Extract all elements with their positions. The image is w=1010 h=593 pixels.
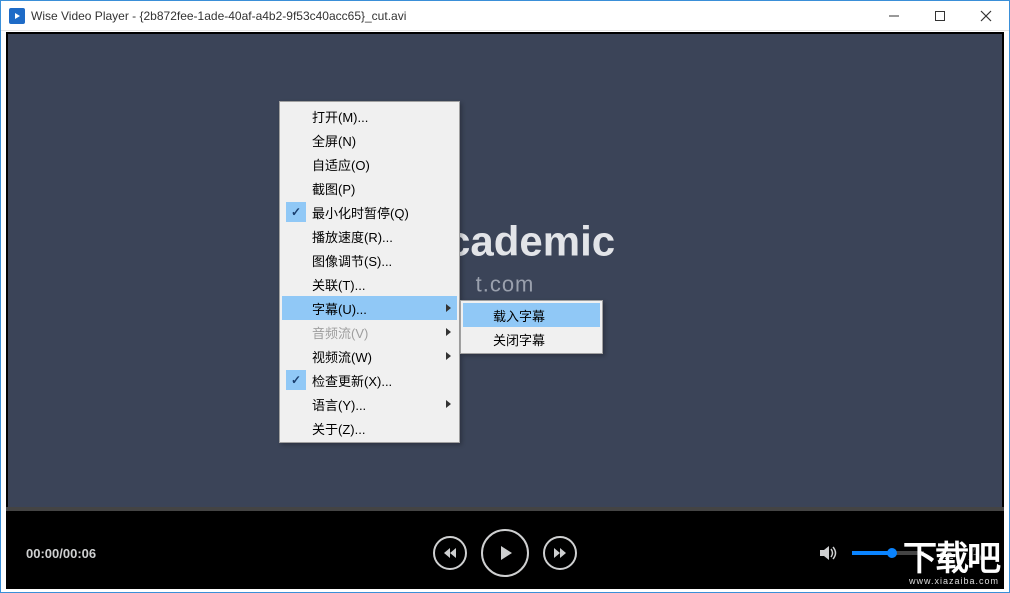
window-buttons — [871, 1, 1009, 30]
play-button[interactable] — [481, 529, 529, 577]
menu-item: 音频流(V) — [282, 320, 457, 344]
menu-item[interactable]: 全屏(N) — [282, 128, 457, 152]
right-controls: A — [820, 540, 984, 566]
check-icon — [286, 202, 306, 222]
menu-item[interactable]: 打开(M)... — [282, 104, 457, 128]
eject-button[interactable] — [938, 547, 954, 559]
menu-item-label: 最小化时暂停(Q) — [312, 203, 409, 222]
center-controls — [433, 529, 577, 577]
titlebar: Wise Video Player - {2b872fee-1ade-40af-… — [1, 1, 1009, 31]
menu-item-label: 播放速度(R)... — [312, 227, 393, 246]
submenu-item-label: 载入字幕 — [493, 306, 545, 325]
context-menu: 打开(M)... 全屏(N) 自适应(O) 截图(P) 最小化时暂停(Q) 播放速度(R)… — [279, 101, 460, 443]
menu-item-label: 图像调节(S)... — [312, 251, 392, 270]
maximize-button[interactable] — [917, 1, 963, 30]
submenu-arrow-icon — [446, 328, 451, 336]
menu-item[interactable]: 最小化时暂停(Q) — [282, 200, 457, 224]
volume-icon[interactable] — [820, 545, 838, 561]
video-area[interactable]: i Academic t.com edge — [6, 32, 1004, 507]
menu-item-label: 语言(Y)... — [312, 395, 366, 414]
menu-item-label: 自适应(O) — [312, 155, 370, 174]
menu-item-label: 字幕(U)... — [312, 299, 367, 318]
window-title: Wise Video Player - {2b872fee-1ade-40af-… — [31, 9, 406, 23]
menu-item[interactable]: 截图(P) — [282, 176, 457, 200]
menu-item-label: 检查更新(X)... — [312, 371, 392, 390]
menu-item[interactable]: 自适应(O) — [282, 152, 457, 176]
menu-item[interactable]: 检查更新(X)... — [282, 368, 457, 392]
volume-fill — [852, 551, 892, 555]
submenu-item-label: 关闭字幕 — [493, 330, 545, 349]
subtitle-toggle[interactable]: A — [968, 540, 984, 566]
menu-item[interactable]: 播放速度(R)... — [282, 224, 457, 248]
submenu-arrow-icon — [446, 304, 451, 312]
submenu-arrow-icon — [446, 400, 451, 408]
volume-slider[interactable] — [852, 551, 924, 555]
menu-item-label: 关于(Z)... — [312, 419, 365, 438]
submenu-arrow-icon — [446, 352, 451, 360]
player-controls: 00:00/00:06 A — [6, 507, 1004, 589]
menu-item[interactable]: 关于(Z)... — [282, 416, 457, 440]
close-button[interactable] — [963, 1, 1009, 30]
control-row: 00:00/00:06 A — [6, 525, 1004, 581]
menu-item-label: 截图(P) — [312, 179, 355, 198]
menu-item-label: 打开(M)... — [312, 107, 368, 126]
menu-item-label: 视频流(W) — [312, 347, 372, 366]
menu-item-label: 关联(T)... — [312, 275, 365, 294]
forward-button[interactable] — [543, 536, 577, 570]
menu-item[interactable]: 视频流(W) — [282, 344, 457, 368]
menu-item-label: 全屏(N) — [312, 131, 356, 150]
submenu-item[interactable]: 关闭字幕 — [463, 327, 600, 351]
submenu-item[interactable]: 载入字幕 — [463, 303, 600, 327]
rewind-button[interactable] — [433, 536, 467, 570]
menu-item-label: 音频流(V) — [312, 323, 368, 342]
menu-item[interactable]: 关联(T)... — [282, 272, 457, 296]
minimize-button[interactable] — [871, 1, 917, 30]
menu-item[interactable]: 字幕(U)... — [282, 296, 457, 320]
menu-item[interactable]: 语言(Y)... — [282, 392, 457, 416]
app-icon — [9, 8, 25, 24]
menu-item[interactable]: 图像调节(S)... — [282, 248, 457, 272]
time-display: 00:00/00:06 — [26, 546, 96, 561]
context-submenu: 载入字幕关闭字幕 — [460, 300, 603, 354]
check-icon — [286, 370, 306, 390]
progress-bar[interactable] — [6, 507, 1004, 511]
